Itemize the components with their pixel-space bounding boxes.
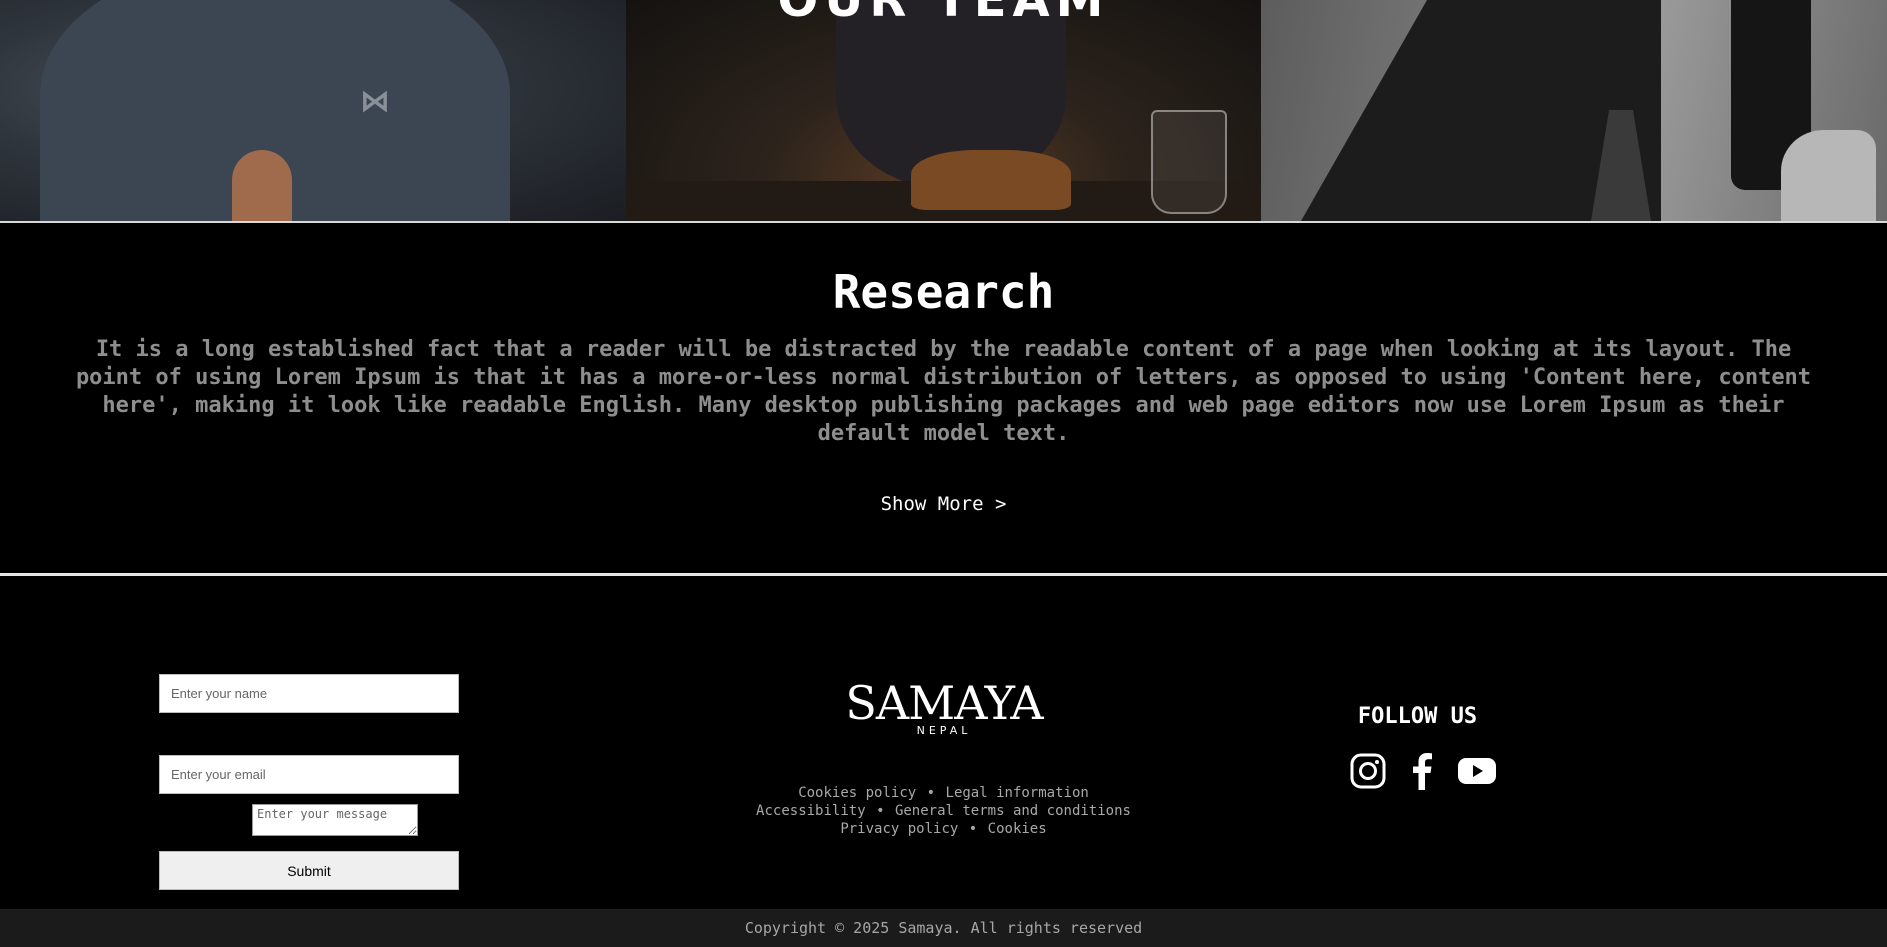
email-input[interactable]	[159, 755, 459, 794]
youtube-icon[interactable]	[1457, 752, 1497, 790]
show-more-link[interactable]: Show More >	[0, 493, 1887, 515]
cookies-policy-link[interactable]: Cookies policy	[798, 785, 916, 801]
team-photo-2	[626, 0, 1261, 221]
link-separator: •	[926, 785, 936, 801]
footer-links: Cookies policy • Legal information Acces…	[680, 784, 1207, 838]
copyright-text: Copyright © 2025 Samaya. All rights rese…	[744, 919, 1143, 937]
team-photo-1: ⋈	[0, 0, 626, 221]
copyright-bar: Copyright © 2025 Samaya. All rights rese…	[0, 909, 1887, 947]
general-terms-link[interactable]: General terms and conditions	[895, 803, 1131, 819]
instagram-icon[interactable]	[1350, 752, 1386, 790]
research-section: Research It is a long established fact t…	[0, 223, 1887, 573]
brand-logo: SAMAYA NEPAL	[760, 679, 1128, 737]
cookies-link[interactable]: Cookies	[988, 821, 1047, 837]
facebook-icon[interactable]	[1408, 752, 1434, 790]
follow-us-heading: FOLLOW US	[1357, 704, 1478, 729]
link-separator: •	[876, 803, 885, 819]
team-photo-3	[1261, 0, 1887, 221]
team-photo-strip: ⋈ OUR TEAM	[0, 0, 1887, 221]
show-more-label[interactable]: Show More >	[873, 489, 1015, 519]
brand-name: SAMAYA	[845, 676, 1043, 730]
accessibility-link[interactable]: Accessibility	[756, 803, 866, 819]
brand-sub: NEPAL	[916, 724, 972, 737]
shirt-logo-icon: ⋈	[360, 84, 390, 119]
research-title: Research	[832, 265, 1055, 319]
privacy-policy-link[interactable]: Privacy policy	[840, 821, 958, 837]
message-input[interactable]	[252, 804, 418, 836]
name-input[interactable]	[159, 674, 459, 713]
submit-button[interactable]: Submit	[159, 851, 459, 890]
footer: Submit SAMAYA NEPAL Cookies policy • Leg…	[0, 576, 1887, 909]
link-separator: •	[968, 821, 978, 837]
legal-information-link[interactable]: Legal information	[946, 785, 1089, 801]
hero-title: OUR TEAM	[777, 0, 1110, 28]
research-body: It is a long established fact that a rea…	[75, 337, 1812, 446]
